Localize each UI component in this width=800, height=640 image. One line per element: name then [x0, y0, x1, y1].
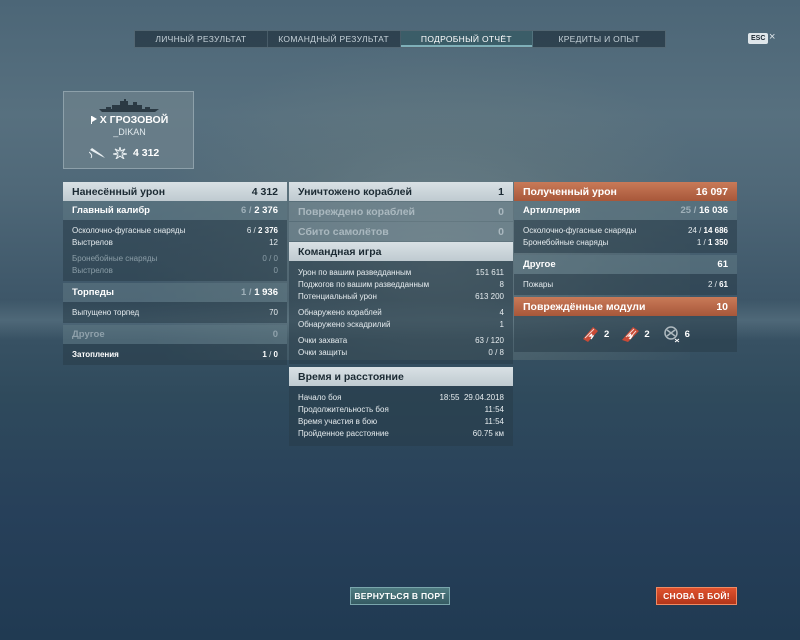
damaged-modules-header: Повреждённые модули 10 — [514, 297, 737, 316]
return-to-port-button[interactable]: ВЕРНУТЬСЯ В ПОРТ — [350, 587, 450, 605]
damaged-torpedo-tube-icon — [622, 327, 640, 342]
time-distance-details: Начало боя 18:55 29.04.2018 Продолжитель… — [289, 386, 513, 446]
torpedoes-details: Выпущено торпед 70 — [63, 302, 287, 323]
damaged-aa-icon — [663, 326, 679, 343]
damage-dealt-panel: Нанесённый урон 4 312 Главный калибр 6 /… — [63, 182, 287, 365]
ap-shells-row: Бронебойные снаряды 0 / 0 — [72, 253, 278, 263]
received-other-row: Другое 61 — [514, 255, 737, 274]
main-battery-row: Главный калибр 6 / 2 376 — [63, 201, 287, 220]
distance-traveled-row: Пройденное расстояние 60.75 км — [298, 428, 504, 438]
torpedo-icon — [89, 148, 105, 159]
damage-received-panel: Полученный урон 16 097 Артиллерия 25 / 1… — [514, 182, 737, 352]
module-torpedo-tube: 2 — [621, 325, 650, 343]
dealt-other-details: Затопления 1 / 0 — [63, 344, 287, 365]
damaged-modules-list: 2 2 6 — [514, 316, 737, 352]
module-gun: 2 — [581, 325, 609, 343]
close-icon[interactable]: × — [769, 31, 775, 43]
ships-spotted-row: Обнаружено кораблей 4 — [298, 307, 504, 317]
battle-duration-row: Продолжительность боя 11:54 — [298, 404, 504, 414]
received-other-details: Пожары 2 / 61 — [514, 274, 737, 295]
defense-points-row: Очки защиты 0 / 8 — [298, 347, 504, 357]
time-distance-header: Время и расстояние — [289, 367, 513, 386]
ship-silhouette-icon — [99, 99, 159, 112]
flag-icon — [90, 116, 97, 124]
ships-destroyed-header: Уничтожено кораблей 1 — [289, 182, 513, 201]
torpedoes-label: Торпеды — [72, 287, 114, 298]
damage-received-header: Полученный урон 16 097 — [514, 182, 737, 201]
he-shells-row: Осколочно-фугасные снаряды 6 / 2 376 — [72, 225, 278, 235]
spotting-damage-row: Урон по вашим разведданным 151 611 — [298, 267, 504, 277]
artillery-details: Осколочно-фугасные снаряды 24 / 14 686 Б… — [514, 220, 737, 253]
tab-detailed-report[interactable]: ПОДРОБНЫЙ ОТЧЁТ — [400, 31, 534, 47]
torpedoes-row: Торпеды 1 / 1 936 — [63, 283, 287, 302]
battle-stats-panel: Уничтожено кораблей 1 Повреждено корабле… — [289, 182, 513, 446]
player-card: X ГРОЗОВОЙ _DIKAN 4 312 — [63, 91, 194, 169]
battle-start-row: Начало боя 18:55 29.04.2018 — [298, 392, 504, 402]
ship-damage-icon — [113, 147, 127, 159]
team-play-details: Урон по вашим разведданным 151 611 Поджо… — [289, 261, 513, 364]
potential-damage-row: Потенциальный урон 613 200 — [298, 291, 504, 301]
tab-team-result[interactable]: КОМАНДНЫЙ РЕЗУЛЬТАТ — [268, 31, 401, 47]
tab-credits-and-xp[interactable]: КРЕДИТЫ И ОПЫТ — [533, 31, 665, 47]
main-battery-details: Осколочно-фугасные снаряды 6 / 2 376 Выс… — [63, 220, 287, 281]
player-name: _DIKAN — [113, 127, 146, 137]
received-ap-row: Бронебойные снаряды 1 / 1 350 — [523, 237, 728, 247]
ships-damaged-header: Повреждено кораблей 0 — [289, 202, 513, 221]
ship-name-text: ГРОЗОВОЙ — [109, 114, 169, 126]
tab-personal-result[interactable]: ЛИЧНЫЙ РЕЗУЛЬТАТ — [135, 31, 268, 47]
damage-dealt-header: Нанесённый урон 4 312 — [63, 182, 287, 201]
damage-dealt-title: Нанесённый урон — [72, 185, 166, 198]
damage-dealt-total: 4 312 — [251, 185, 278, 198]
battle-again-button[interactable]: СНОВА В БОЙ! — [656, 587, 737, 605]
dealt-other-row: Другое 0 — [63, 325, 287, 344]
esc-key-badge[interactable]: ESC — [748, 33, 769, 44]
squadrons-spotted-row: Обнаружено эскадрилий 1 — [298, 319, 504, 329]
fires-row: Пожары 2 / 61 — [523, 279, 728, 289]
participation-time-row: Время участия в бою 11:54 — [298, 416, 504, 426]
team-play-header: Командная игра — [289, 242, 513, 261]
received-he-row: Осколочно-фугасные снаряды 24 / 14 686 — [523, 225, 728, 235]
spotting-fires-row: Поджогов по вашим разведданным 8 — [298, 279, 504, 289]
main-battery-value: 6 / 2 376 — [241, 205, 278, 216]
results-tabs: ЛИЧНЫЙ РЕЗУЛЬТАТ КОМАНДНЫЙ РЕЗУЛЬТАТ ПОД… — [134, 30, 666, 48]
ap-shots-row: Выстрелов 0 — [72, 265, 278, 275]
player-score: 4 312 — [133, 147, 160, 159]
capture-points-row: Очки захвата 63 / 120 — [298, 335, 504, 345]
ship-tier: X — [99, 114, 107, 126]
module-aa: 6 — [662, 325, 690, 343]
dealt-other-label: Другое — [72, 329, 105, 340]
he-shots-row: Выстрелов 12 — [72, 237, 278, 247]
artillery-row: Артиллерия 25 / 16 036 — [514, 201, 737, 220]
damaged-gun-icon — [583, 327, 599, 342]
card-stats: 4 312 — [89, 147, 159, 159]
torpedoes-launched-row: Выпущено торпед 70 — [72, 307, 278, 317]
ship-name: X ГРОЗОВОЙ — [64, 114, 195, 126]
planes-shot-down-header: Сбито самолётов 0 — [289, 222, 513, 241]
main-battery-label: Главный калибр — [72, 205, 150, 216]
flooding-row: Затопления 1 / 0 — [72, 349, 278, 359]
